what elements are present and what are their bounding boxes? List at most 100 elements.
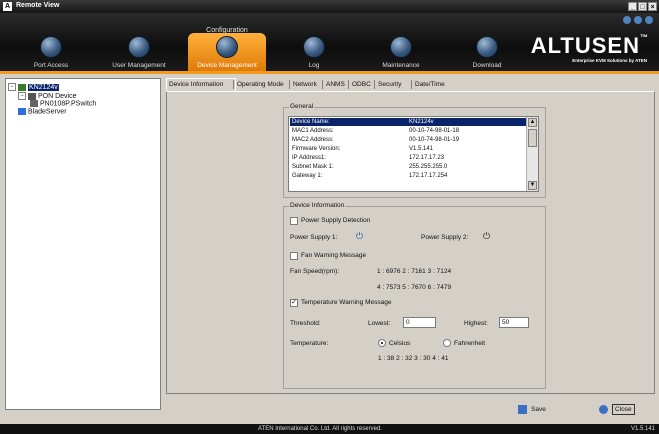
log-icon: [303, 36, 325, 58]
tree-pswitch-label: PN0108P.PSwitch: [40, 100, 97, 108]
nav-maintenance-label: Maintenance: [382, 62, 420, 69]
tab-separator: [233, 80, 234, 89]
version-text: V1.5.141: [630, 426, 655, 432]
lowest-label: Lowest:: [368, 320, 391, 327]
save-label: Save: [531, 406, 546, 413]
list-item[interactable]: Firmware Version: V1.5.141: [290, 145, 526, 153]
save-button[interactable]: Save: [518, 404, 546, 416]
window-title: Remote View: [16, 2, 60, 9]
brand-name: ALTUSEN: [530, 33, 640, 58]
brand-logo: ALTUSEN™: [531, 33, 649, 59]
fan-warning-checkbox[interactable]: [290, 252, 298, 260]
maximize-button[interactable]: □: [638, 2, 647, 11]
list-item[interactable]: Gateway 1: 172.17.17.254: [290, 172, 526, 180]
power-supply-detection-label: Power Supply Detection: [301, 217, 371, 224]
tree-node-pon[interactable]: − PON Device: [18, 92, 77, 100]
app-logo-icon: A: [3, 2, 12, 11]
power-supply-2-status-icon: ⏻: [482, 231, 491, 241]
kvm-switch-icon: [18, 83, 26, 91]
tree-node-blade[interactable]: BladeServer: [18, 108, 67, 115]
celsius-radio[interactable]: [378, 339, 386, 347]
nav-log[interactable]: Log: [275, 33, 353, 71]
temperature-warning-checkbox[interactable]: ✓: [290, 299, 298, 307]
nav-user-management[interactable]: User Management: [100, 33, 178, 71]
tab-separator: [411, 80, 412, 89]
celsius-label: Celsius: [389, 340, 411, 347]
close-window-button[interactable]: ×: [648, 2, 657, 11]
tab-device-information[interactable]: Device Information: [166, 78, 236, 91]
fahrenheit-radio[interactable]: [443, 339, 451, 347]
highest-input[interactable]: 50: [499, 317, 529, 328]
tab-operating-mode[interactable]: Operating Mode: [235, 79, 286, 90]
tab-date-time[interactable]: Date/Time: [413, 79, 447, 90]
fan-speed-values-row-1: 1 : 6976 2 : 7161 3 : 7124: [377, 268, 452, 275]
general-info-list[interactable]: Device Name: KN2124v MAC1 Address: 00-10-7…: [288, 116, 539, 192]
nav-maintenance[interactable]: Maintenance: [362, 33, 440, 71]
nav-device-management[interactable]: Device Management: [188, 33, 266, 71]
power-supply-1-status-icon: ⏻: [355, 231, 364, 241]
power-supply-2-label: Power Supply 2:: [421, 234, 469, 241]
nav-download[interactable]: Download: [448, 33, 526, 71]
list-scrollbar[interactable]: ▲ ▼: [526, 117, 538, 191]
scroll-down-icon[interactable]: ▼: [528, 181, 537, 190]
temperature-values: 1 : 38 2 : 32 3 : 30 4 : 41: [378, 355, 449, 362]
nav-port-access-label: Port Access: [33, 62, 69, 69]
help-icon[interactable]: [645, 16, 653, 24]
nav-download-label: Download: [472, 62, 502, 69]
status-bar: ATEN International Co. Ltd. All rights r…: [0, 424, 659, 434]
highest-label: Highest:: [464, 320, 488, 327]
fan-speed-label: Fan Speed(rpm):: [290, 268, 340, 275]
tree-blade-label: BladeServer: [28, 108, 67, 116]
minimize-button[interactable]: _: [628, 2, 637, 11]
maintenance-icon: [390, 36, 412, 58]
user-management-icon: [128, 36, 150, 58]
settings-icon[interactable]: [634, 16, 642, 24]
header-accent-bar: [0, 71, 659, 74]
tab-anms[interactable]: ANMS: [324, 79, 347, 90]
tree-node-pswitch[interactable]: PN0108P.PSwitch: [30, 100, 96, 107]
info-icon[interactable]: [623, 16, 631, 24]
top-navigation-header: Configuration Port Access User Managemen…: [0, 13, 659, 71]
scroll-up-icon[interactable]: ▲: [528, 118, 537, 127]
window-titlebar: A Remote View _ □ ×: [0, 0, 659, 13]
brand-tagline: Enterprise KVM Solutions by ATEN: [572, 58, 647, 63]
tab-separator: [322, 80, 323, 89]
nav-user-management-label: User Management: [112, 62, 166, 69]
nav-log-label: Log: [308, 62, 320, 69]
brand-trademark: ™: [640, 33, 649, 42]
general-legend: General: [289, 103, 315, 110]
tree-node-root[interactable]: − KN2124v: [8, 83, 59, 91]
fan-warning-label: Fan Warning Message: [301, 252, 367, 259]
list-item[interactable]: Device Name: KN2124v: [290, 118, 526, 127]
power-supply-detection-checkbox[interactable]: [290, 217, 298, 225]
nav-device-management-label: Device Management: [197, 62, 257, 69]
device-tree[interactable]: − KN2124v − PON Device PN0108P.PSwitch Bla…: [5, 78, 161, 410]
port-access-icon: [40, 36, 62, 58]
close-label: Close: [612, 404, 635, 415]
fan-speed-values-row-2: 4 : 7573 5 : 7670 6 : 7479: [377, 284, 452, 291]
collapse-icon[interactable]: −: [8, 83, 16, 91]
power-switch-icon: [30, 100, 38, 107]
device-information-legend: Device Information: [289, 202, 346, 209]
tab-network[interactable]: Network: [291, 79, 319, 90]
list-item[interactable]: MAC2 Address: 00-10-74-98-01-19: [290, 136, 526, 144]
tree-pon-label: PON Device: [38, 92, 77, 100]
blade-server-icon: [18, 108, 26, 115]
header-utility-icons: [620, 16, 653, 26]
tab-odbc[interactable]: ODBC: [350, 79, 373, 90]
fahrenheit-label: Fahrenheit: [454, 340, 486, 347]
device-management-icon: [216, 36, 238, 58]
lowest-input[interactable]: 0: [403, 317, 436, 328]
download-icon: [476, 36, 498, 58]
close-button[interactable]: Close: [599, 404, 635, 416]
list-item[interactable]: IP Address1: 172.17.17.23: [290, 154, 526, 162]
collapse-icon[interactable]: −: [18, 92, 26, 100]
pon-device-icon: [28, 92, 36, 100]
list-item[interactable]: Subnet Mask 1: 255.255.255.0: [290, 163, 526, 171]
tab-security[interactable]: Security: [376, 79, 403, 90]
list-item[interactable]: MAC1 Address: 00-10-74-98-01-18: [290, 127, 526, 135]
close-icon: [599, 404, 608, 414]
tab-separator: [348, 80, 349, 89]
nav-port-access[interactable]: Port Access: [12, 33, 90, 71]
scroll-thumb[interactable]: [528, 129, 537, 147]
